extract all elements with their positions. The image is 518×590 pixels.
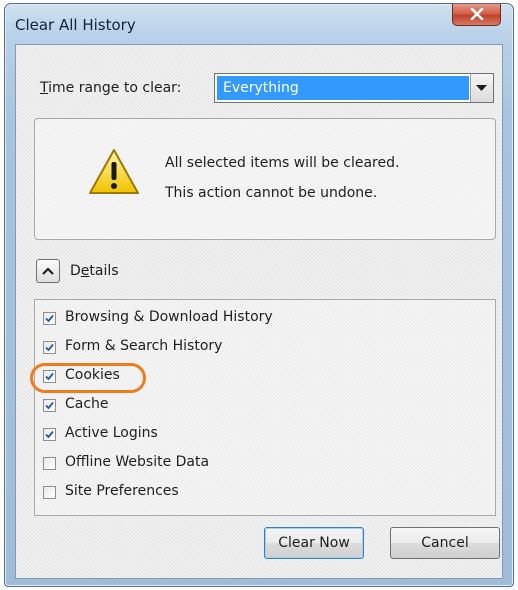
chevron-up-icon [42, 267, 54, 275]
warning-message-line2: This action cannot be undone. [165, 185, 378, 201]
checkmark-icon [45, 343, 54, 352]
clear-history-dialog: Clear All History Time range to clear: E… [4, 3, 514, 587]
list-item-active-logins[interactable]: Active Logins [35, 422, 455, 448]
clear-now-button[interactable]: Clear Now [264, 527, 364, 559]
checkbox-checked[interactable] [43, 341, 56, 354]
close-button[interactable] [452, 4, 501, 26]
warning-box: All selected items will be cleared. This… [34, 118, 496, 240]
close-icon [470, 8, 484, 20]
item-label: Cache [65, 396, 109, 412]
dropdown-button[interactable] [470, 74, 493, 102]
checkbox-checked[interactable] [43, 370, 56, 383]
warning-message-line1: All selected items will be cleared. [165, 155, 400, 171]
item-label: Form & Search History [65, 338, 223, 354]
item-label: Offline Website Data [65, 454, 210, 470]
checkmark-icon [45, 430, 54, 439]
title-bar: Clear All History [5, 4, 513, 44]
history-items-list: Browsing & Download History Form & Searc… [34, 299, 496, 516]
item-label: Active Logins [65, 425, 158, 441]
time-range-label: Time range to clear: [40, 80, 182, 96]
time-range-select[interactable]: Everything [214, 73, 494, 103]
list-item-browsing-download-history[interactable]: Browsing & Download History [35, 306, 455, 332]
list-item-cookies[interactable]: Cookies [35, 364, 455, 390]
list-item-site-preferences[interactable]: Site Preferences [35, 480, 455, 506]
list-item-cache[interactable]: Cache [35, 393, 455, 419]
list-item-offline-website-data[interactable]: Offline Website Data [35, 451, 455, 477]
checkmark-icon [45, 372, 54, 381]
checkbox-unchecked[interactable] [43, 486, 56, 499]
list-item-form-search-history[interactable]: Form & Search History [35, 335, 455, 361]
chevron-down-icon [476, 85, 487, 91]
checkbox-checked[interactable] [43, 428, 56, 441]
item-label: Site Preferences [65, 483, 179, 499]
checkmark-icon [45, 401, 54, 410]
cancel-button[interactable]: Cancel [390, 527, 500, 559]
warning-triangle-icon [89, 149, 139, 194]
checkbox-checked[interactable] [43, 399, 56, 412]
time-range-selected-value: Everything [217, 76, 469, 100]
checkbox-checked[interactable] [43, 312, 56, 325]
dialog-content: Time range to clear: Everything All sele… [15, 44, 503, 579]
checkbox-unchecked[interactable] [43, 457, 56, 470]
item-label: Cookies [65, 367, 120, 383]
details-toggle-button[interactable] [36, 259, 60, 283]
details-label[interactable]: Details [70, 263, 119, 279]
window-title: Clear All History [15, 16, 136, 34]
item-label: Browsing & Download History [65, 309, 273, 325]
checkmark-icon [45, 314, 54, 323]
